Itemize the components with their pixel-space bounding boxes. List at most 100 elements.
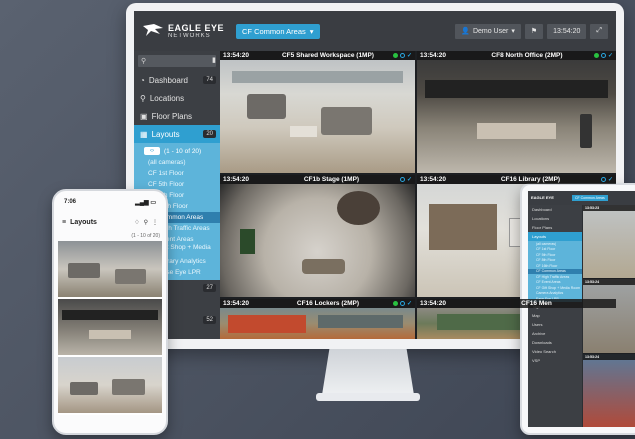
user-icon: 👤 xyxy=(461,28,470,35)
camera-header: 13:54:20 CF16 Library (2MP) ✓ xyxy=(417,175,616,184)
camera-header: 13:54:20 CF16 Lockers (2MP) ✓ xyxy=(220,299,415,308)
sidebar-item-locations[interactable]: ⚲ Locations xyxy=(134,89,220,107)
tablet-sidebar-item[interactable]: VSP xyxy=(528,356,582,365)
tablet-layout-dropdown[interactable]: CF Common Areas xyxy=(572,195,608,201)
tablet-sidebar-item[interactable]: Map xyxy=(528,311,582,320)
status-green-icon xyxy=(593,53,599,58)
phone-title: Layouts xyxy=(70,218,97,226)
status-green-icon xyxy=(392,301,398,306)
camera-header: 13:54:20 CF8 North Office (2MP) ✓ xyxy=(417,51,616,60)
tablet-sidebar-item[interactable]: Archive xyxy=(528,329,582,338)
menu-icon[interactable]: ≡ xyxy=(62,219,66,226)
lower-badge-1: 27 xyxy=(203,284,216,292)
layout-pager: ‹ › (1 - 10 of 20) xyxy=(134,145,220,157)
camera-timestamp: 13:54:20 xyxy=(420,300,447,307)
camera-header: 13:54:20 CF1b Stage (1MP) ✓ xyxy=(220,175,415,184)
tablet-camera-timestamp: 13:53:24 xyxy=(585,280,600,285)
expand-icon: ⤢ xyxy=(596,27,602,34)
user-menu[interactable]: 👤 Demo User ▾ xyxy=(455,23,521,39)
chevron-right-icon[interactable]: › xyxy=(152,148,154,154)
phone-camera-feed[interactable] xyxy=(58,241,162,299)
sidebar-item-layouts[interactable]: ▦ Layouts 20 xyxy=(134,125,220,143)
tablet-device: EAGLE EYE CF Common Areas Dashboard Loca… xyxy=(520,183,635,435)
tablet-camera-tile[interactable]: 13:53:23 xyxy=(583,205,635,279)
search-input[interactable]: ⚲ xyxy=(138,55,216,67)
clock-text: 13:54:20 xyxy=(553,27,581,35)
lower-badge-2: 52 xyxy=(203,316,216,324)
camera-timestamp: 13:54:20 xyxy=(223,52,250,59)
pager-arrows[interactable]: ‹ › xyxy=(144,147,160,155)
bookmark-icon[interactable]: ▮ xyxy=(212,56,216,64)
status-circle-icon xyxy=(399,301,405,306)
tablet-camera-timestamp: 13:53:23 xyxy=(585,206,600,210)
signal-battery-icon: ▂▄▆ ▭ xyxy=(135,199,156,206)
camera-feed xyxy=(417,60,616,173)
sidebar-item-floor-plans[interactable]: ▣ Floor Plans xyxy=(134,107,220,125)
search-icon: ⚲ xyxy=(141,58,147,65)
chevron-down-icon[interactable]: ✓ xyxy=(407,52,412,59)
tablet-logo[interactable]: EAGLE EYE xyxy=(531,196,569,200)
chevron-down-icon[interactable]: ✓ xyxy=(608,52,613,59)
phone-pager-row: (1 - 10 of 20) xyxy=(54,231,166,241)
camera-name: CF16 Men xyxy=(521,300,552,307)
camera-timestamp: 13:54:20 xyxy=(223,300,250,307)
dashboard-icon: ◔ xyxy=(140,75,145,85)
tablet-sidebar-item[interactable]: Users xyxy=(528,320,582,329)
camera-timestamp: 13:54:20 xyxy=(420,176,447,183)
layout-dropdown-label: CF Common Areas xyxy=(242,26,306,36)
search-icon[interactable]: ⚲ xyxy=(144,219,148,226)
sidebar-item-label: Dashboard xyxy=(148,75,188,85)
phone-time: 7:06 xyxy=(64,199,77,205)
camera-name: CF16 Lockers (2MP) xyxy=(296,300,360,307)
status-green-icon xyxy=(392,53,398,58)
tablet-sidebar-item[interactable]: Downloads xyxy=(528,338,582,347)
tablet-sidebar: Dashboard Locations Floor Plans Layouts … xyxy=(528,205,582,427)
tablet-camera-tile[interactable]: 13:53:24 xyxy=(583,279,635,353)
phone-header: ≡ Layouts ♢ ⚲ ⋮ xyxy=(54,213,166,231)
top-bar: EAGLE EYE NETWORKS CF Common Areas ▾ 👤 D… xyxy=(134,11,616,51)
sidebar-item-label: Locations xyxy=(149,93,185,103)
flag-button[interactable]: ⚑ xyxy=(524,23,544,39)
more-icon[interactable]: ⋮ xyxy=(152,219,158,226)
flag-icon: ⚑ xyxy=(530,28,538,35)
layout-dropdown[interactable]: CF Common Areas ▾ xyxy=(236,23,320,39)
layout-item[interactable]: (all cameras) xyxy=(134,157,220,168)
tablet-sidebar-item[interactable]: Dashboard xyxy=(528,205,582,214)
camera-timestamp: 13:54:20 xyxy=(420,52,447,59)
tablet-sidebar-item[interactable]: Video Search xyxy=(528,347,582,356)
tablet-camera-tile[interactable]: 13:53:24 xyxy=(583,353,635,427)
chevron-down-icon[interactable]: ✓ xyxy=(407,300,412,307)
camera-header: 13:54:20 CF5 Shared Workspace (1MP) ✓ xyxy=(220,51,415,60)
camera-tile[interactable]: 13:54:20 CF16 Lockers (2MP) ✓ xyxy=(220,299,415,339)
tablet-sidebar-item-active[interactable]: Layouts xyxy=(528,232,582,241)
location-pin-icon: ⚲ xyxy=(140,93,146,103)
phone-camera-feed[interactable] xyxy=(58,357,162,415)
eagle-eye-logo[interactable]: EAGLE EYE NETWORKS xyxy=(142,22,228,40)
monitor-stand-foot xyxy=(316,393,420,401)
camera-timestamp: 13:54:20 xyxy=(223,176,250,183)
caret-down-icon: ▾ xyxy=(511,28,515,35)
tablet-top-bar: EAGLE EYE CF Common Areas xyxy=(528,191,635,205)
sidebar-item-dashboard[interactable]: ◔ Dashboard 74 xyxy=(134,71,220,89)
tablet-sidebar-item[interactable]: Floor Plans xyxy=(528,223,582,232)
clock-display: 13:54:20 xyxy=(547,23,587,39)
phone-camera-feed[interactable] xyxy=(58,299,162,357)
tablet-sidebar-item[interactable]: Locations xyxy=(528,214,582,223)
camera-tile[interactable]: 13:54:20 CF8 North Office (2MP) ✓ xyxy=(417,51,616,173)
pager-text: (1 - 10 of 20) xyxy=(164,147,202,155)
phone-pager-text: (1 - 10 of 20) xyxy=(131,233,160,239)
tablet-screen: EAGLE EYE CF Common Areas Dashboard Loca… xyxy=(528,191,635,427)
camera-tile[interactable]: 13:54:20 CF1b Stage (1MP) ✓ xyxy=(220,175,415,297)
chevron-down-icon[interactable]: ✓ xyxy=(407,176,412,183)
tablet-layout-item[interactable]: CF Gift Shop + Media Room xyxy=(528,285,582,291)
fullscreen-button[interactable]: ⤢ xyxy=(590,23,608,39)
camera-tile[interactable]: 13:54:20 CF5 Shared Workspace (1MP) ✓ xyxy=(220,51,415,173)
camera-header: 13:54:20 CF16 Men xyxy=(417,299,616,308)
layout-item[interactable]: CF 1st Floor xyxy=(134,168,220,179)
bell-icon[interactable]: ♢ xyxy=(134,219,139,226)
camera-feed xyxy=(220,60,415,173)
phone-status-bar: 7:06 ▂▄▆ ▭ xyxy=(54,191,166,213)
logo-line2: NETWORKS xyxy=(168,32,211,39)
chevron-down-icon[interactable]: ✓ xyxy=(608,176,613,183)
camera-feed xyxy=(220,308,415,339)
